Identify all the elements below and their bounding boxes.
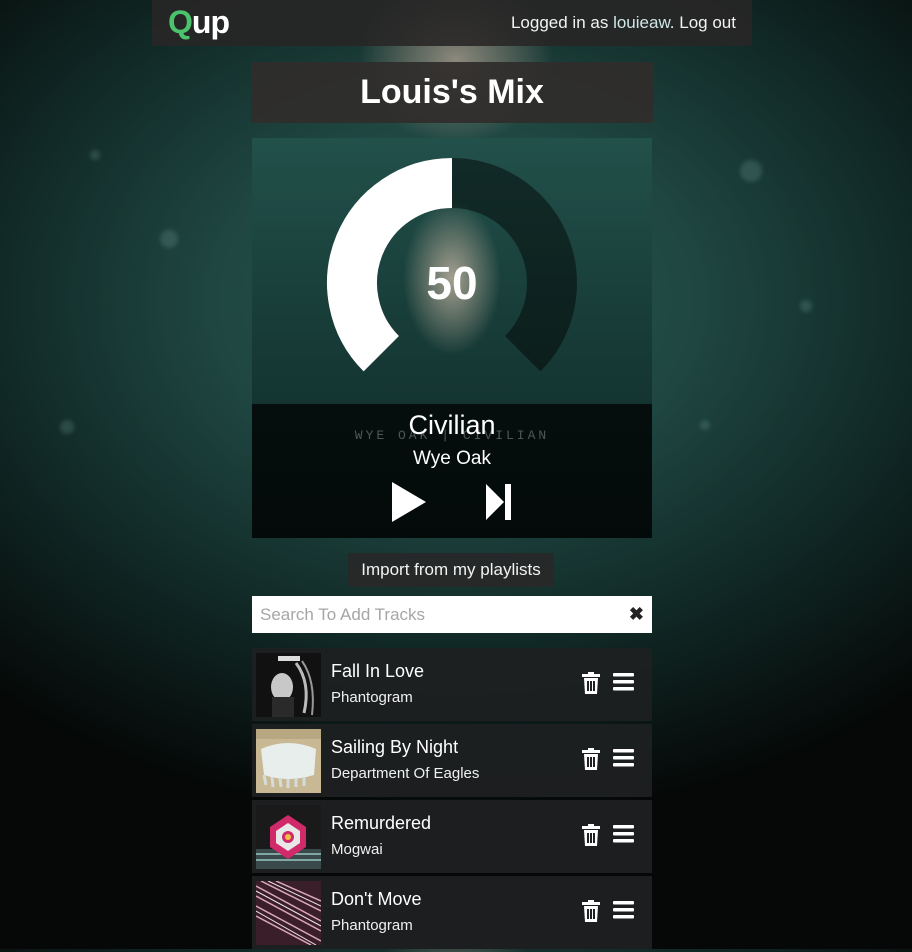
- search-bar: ✖: [252, 596, 652, 633]
- player-card: 50 WYE OAK | CIVILIAN Civilian Wye Oak: [252, 138, 652, 538]
- list-item[interactable]: Remurdered Mogwai: [252, 800, 652, 873]
- album-art: [256, 881, 321, 945]
- background-bokeh: [60, 420, 74, 434]
- logo-text: up: [191, 4, 230, 40]
- playlist-title-box: Louis's Mix: [251, 62, 653, 123]
- login-separator: .: [669, 13, 675, 32]
- track-title: Don't Move: [331, 889, 422, 909]
- background-bokeh: [700, 420, 710, 430]
- track-artist: Mogwai: [331, 841, 383, 858]
- app-logo[interactable]: Qup: [168, 4, 230, 41]
- background-bokeh: [800, 300, 812, 312]
- trash-icon[interactable]: [582, 900, 600, 922]
- track-artist: Department Of Eagles: [331, 765, 480, 782]
- now-playing-title: Civilian: [408, 410, 496, 440]
- track-artist: Phantogram: [331, 917, 413, 934]
- track-title: Sailing By Night: [331, 737, 459, 757]
- trash-icon[interactable]: [582, 824, 600, 846]
- track-artist: Phantogram: [331, 689, 413, 706]
- background-bokeh: [740, 160, 762, 182]
- import-playlists-button[interactable]: Import from my playlists: [348, 553, 554, 587]
- top-navbar: Qup Logged in as louieaw. Log out: [152, 0, 752, 46]
- trash-icon[interactable]: [582, 672, 600, 694]
- drag-handle-icon[interactable]: [613, 749, 634, 767]
- album-art: [256, 653, 321, 717]
- track-list: Fall In Love Phantogram Sailing By Night…: [252, 648, 652, 952]
- play-icon[interactable]: [390, 480, 430, 524]
- album-art: [256, 729, 321, 793]
- track-title: Fall In Love: [331, 661, 425, 681]
- playlist-title: Louis's Mix: [360, 73, 544, 111]
- background-bokeh: [90, 150, 100, 160]
- album-art: [256, 805, 321, 869]
- now-playing-artist: Wye Oak: [413, 448, 491, 469]
- close-icon[interactable]: ✖: [629, 604, 644, 625]
- skip-next-icon[interactable]: [484, 480, 514, 524]
- list-item[interactable]: Sailing By Night Department Of Eagles: [252, 724, 652, 797]
- logout-link[interactable]: Log out: [679, 13, 736, 32]
- background-bokeh: [160, 230, 178, 248]
- search-input[interactable]: [252, 596, 628, 633]
- drag-handle-icon[interactable]: [613, 825, 634, 843]
- import-button-label: Import from my playlists: [361, 560, 541, 579]
- track-title: Remurdered: [331, 813, 432, 833]
- logo-q: Q: [168, 4, 193, 40]
- login-status: Logged in as louieaw. Log out: [511, 13, 736, 33]
- volume-value: 50: [426, 257, 478, 309]
- drag-handle-icon[interactable]: [613, 673, 634, 691]
- list-item[interactable]: Don't Move Phantogram: [252, 876, 652, 949]
- list-item[interactable]: Fall In Love Phantogram: [252, 648, 652, 721]
- drag-handle-icon[interactable]: [613, 901, 634, 919]
- login-prefix: Logged in as: [510, 13, 609, 32]
- trash-icon[interactable]: [582, 748, 600, 770]
- username-link[interactable]: louieaw: [613, 13, 670, 32]
- now-playing-panel: WYE OAK | CIVILIAN Civilian Wye Oak: [252, 404, 652, 538]
